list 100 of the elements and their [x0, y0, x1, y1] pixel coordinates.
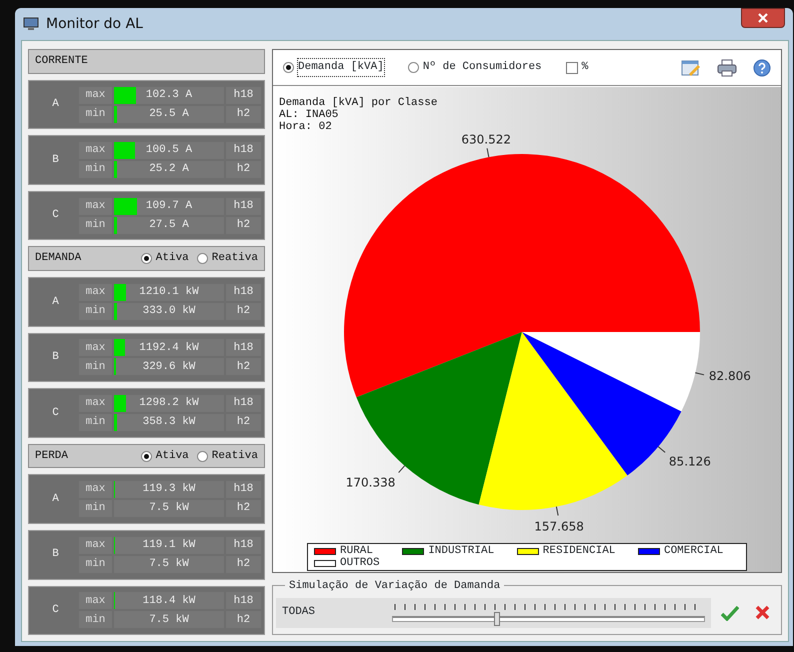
- hour-label: h2: [226, 611, 261, 628]
- legend-label: RURAL: [340, 545, 374, 557]
- legend-label: INDUSTRIAL: [428, 545, 494, 557]
- chart-heading: AL: INA05: [279, 109, 340, 121]
- hour-label: h18: [226, 86, 261, 104]
- check-icon[interactable]: [721, 604, 739, 620]
- chart-title: Demanda [kVA] por Classe: [279, 97, 438, 109]
- phase-label: C: [51, 208, 60, 224]
- printer-icon[interactable]: [717, 58, 737, 76]
- phase-label: A: [51, 97, 60, 112]
- hour-label: h18: [226, 481, 261, 498]
- row-label: max: [79, 86, 112, 104]
- section-title: PERDA: [35, 448, 70, 464]
- phase-label: C: [51, 406, 60, 421]
- monitor-icon: [23, 16, 39, 32]
- hour-label: h2: [226, 414, 261, 431]
- hour-label: h2: [226, 556, 261, 573]
- phase-label: A: [51, 492, 60, 507]
- leader-line: [658, 446, 666, 453]
- phase-label: C: [51, 603, 60, 618]
- row-label: min: [79, 161, 112, 178]
- value-text: 25.2 A: [149, 162, 189, 178]
- slider-thumb[interactable]: [494, 612, 500, 626]
- row-label: max: [79, 592, 112, 610]
- phase-label: B: [51, 152, 60, 168]
- hour-label: h2: [226, 106, 261, 123]
- value-text: 118.4 kW: [142, 594, 196, 609]
- phase-label: B: [51, 350, 60, 366]
- edit-icon[interactable]: [681, 58, 701, 76]
- value-text: 1210.1 kW: [139, 285, 199, 300]
- hour-label: h18: [226, 142, 261, 160]
- value-text: 27.5 A: [149, 218, 189, 233]
- value-text: 119.1 kW: [142, 538, 196, 553]
- slider-label: TODAS: [282, 605, 316, 620]
- data-label: 170.338: [346, 475, 396, 490]
- row-label: max: [79, 339, 112, 356]
- chart-heading: Hora: 02: [279, 121, 333, 133]
- legend-label: RESIDENCIAL: [542, 545, 616, 557]
- section-title: DEMANDA: [35, 251, 82, 266]
- value-text: 119.3 kW: [142, 482, 196, 498]
- row-label: max: [79, 142, 112, 160]
- close-icon: [758, 13, 768, 23]
- phase-label: B: [51, 547, 60, 562]
- value-text: 329.6 kW: [142, 360, 196, 375]
- value-text: 7.5 kW: [149, 501, 189, 516]
- value-text: 102.3 A: [146, 88, 192, 103]
- row-label: min: [79, 414, 112, 431]
- radio-button[interactable]: Nº de Consumidores: [408, 59, 542, 76]
- section-title: CORRENTE: [35, 54, 89, 70]
- row-label: min: [79, 500, 112, 518]
- row-label: min: [79, 302, 112, 320]
- radio-button[interactable]: Reativa: [196, 250, 258, 267]
- hour-label: h18: [226, 284, 261, 301]
- data-label: 82.806: [708, 368, 751, 383]
- value-text: 358.3 kW: [142, 415, 196, 430]
- value-text: 333.0 kW: [142, 304, 196, 320]
- radio-button[interactable]: Demanda [kVA]: [283, 59, 384, 76]
- data-label: 157.658: [534, 519, 584, 534]
- value-text: 25.5 A: [149, 106, 189, 122]
- window-title: Monitor do AL: [46, 14, 143, 34]
- row-label: max: [79, 394, 112, 412]
- row-label: min: [79, 556, 112, 573]
- row-label: max: [79, 198, 112, 215]
- value-text: 1298.2 kW: [139, 396, 199, 412]
- hour-label: h2: [226, 302, 261, 320]
- row-label: min: [79, 358, 112, 376]
- row-label: min: [79, 611, 112, 628]
- row-label: max: [79, 284, 112, 301]
- row-label: max: [79, 481, 112, 498]
- row-label: max: [79, 536, 112, 554]
- data-label: 85.126: [668, 454, 711, 469]
- data-label: 630.522: [461, 132, 511, 146]
- hour-label: h18: [226, 536, 261, 554]
- radio-button[interactable]: Ativa: [140, 448, 189, 464]
- value-text: 7.5 kW: [149, 556, 189, 572]
- close-icon[interactable]: [755, 605, 770, 620]
- value-text: 1192.4 kW: [139, 340, 199, 356]
- radio-button[interactable]: Ativa: [140, 250, 189, 267]
- leader-line: [556, 506, 559, 516]
- value-text: 100.5 A: [146, 143, 192, 158]
- value-text: 7.5 kW: [149, 612, 189, 628]
- hour-label: h2: [226, 216, 261, 234]
- leader-line: [398, 465, 406, 474]
- hour-label: h18: [226, 394, 261, 412]
- close-button[interactable]: [741, 8, 785, 28]
- row-label: min: [79, 216, 112, 234]
- legend-label: OUTROS: [340, 557, 380, 569]
- leader-line: [486, 148, 490, 158]
- value-text: 109.7 A: [146, 198, 192, 214]
- help-icon[interactable]: [753, 58, 771, 76]
- hour-label: h18: [226, 339, 261, 356]
- legend-label: COMERCIAL: [664, 545, 724, 557]
- hour-label: h2: [226, 500, 261, 518]
- percent-checkbox[interactable]: %: [566, 59, 588, 76]
- radio-button[interactable]: Reativa: [196, 448, 258, 464]
- leader-line: [694, 372, 705, 376]
- hour-label: h2: [226, 358, 261, 376]
- hour-label: h18: [226, 198, 261, 215]
- hour-label: h2: [226, 161, 261, 178]
- hour-label: h18: [226, 592, 261, 610]
